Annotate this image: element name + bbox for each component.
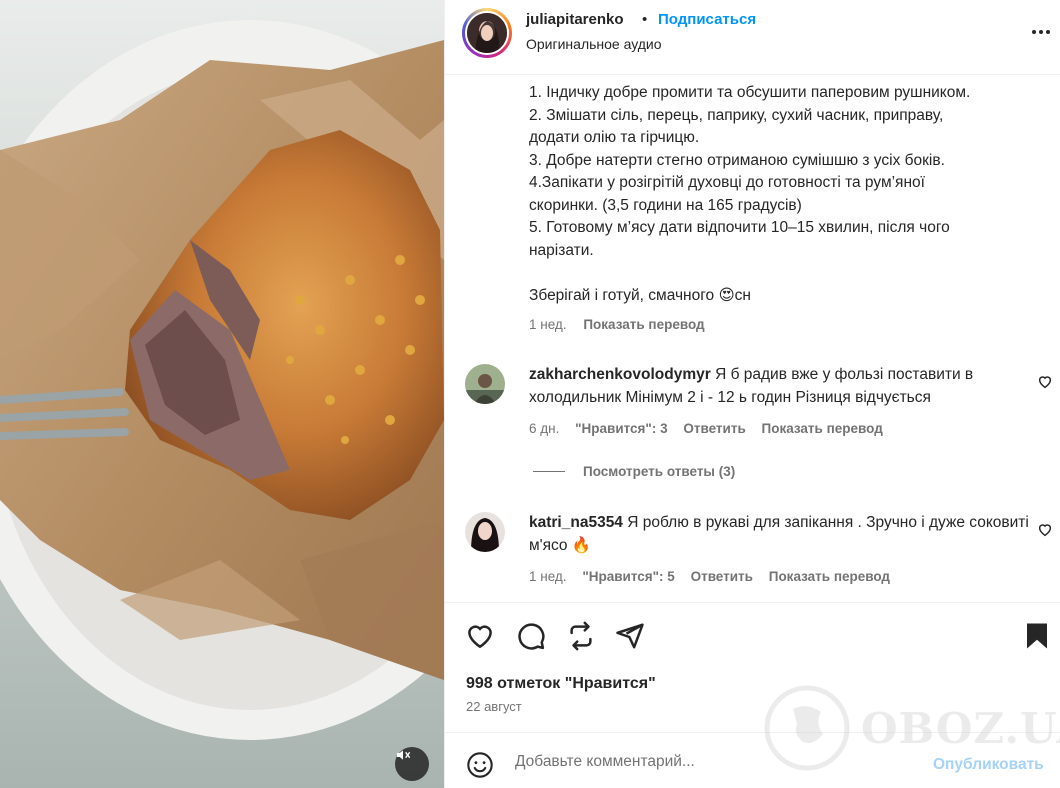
sound-off-icon[interactable] bbox=[395, 747, 429, 781]
comment-meta: 1 нед. "Нравится": 5 Ответить Показать п… bbox=[529, 569, 902, 584]
heart-icon[interactable] bbox=[1037, 522, 1053, 538]
avatar[interactable] bbox=[465, 364, 505, 404]
caption-line: 4.Запікати у розігрітій духовці до готов… bbox=[529, 174, 925, 191]
caption-line: 3. Добре натерти стегно отриманою сумішш… bbox=[529, 151, 945, 169]
follow-button[interactable]: Подписаться bbox=[658, 11, 756, 28]
more-options-icon[interactable] bbox=[1031, 22, 1051, 42]
comment-likes[interactable]: "Нравится": 5 bbox=[582, 569, 674, 584]
comment-time[interactable]: 6 дн. bbox=[529, 421, 559, 436]
avatar[interactable] bbox=[465, 512, 505, 552]
caption-closing: Зберігай і готуй, смачного 😍сн bbox=[529, 286, 751, 304]
comment-username[interactable]: katri_na5354 bbox=[529, 514, 623, 531]
watermark: OBOZ.UA bbox=[763, 684, 1060, 772]
likes-count[interactable]: 998 отметок "Нравится" bbox=[466, 675, 656, 693]
post-date[interactable]: 22 август bbox=[466, 699, 522, 714]
repost-icon[interactable] bbox=[566, 621, 596, 651]
post-media[interactable] bbox=[0, 0, 444, 788]
caption-line: 2. Змішати сіль, перець, паприку, сухий … bbox=[529, 106, 944, 124]
send-icon[interactable] bbox=[615, 621, 645, 651]
caption-meta: 1 нед. Показать перевод bbox=[529, 317, 718, 332]
story-ring[interactable] bbox=[462, 8, 512, 58]
translate-button[interactable]: Показать перевод bbox=[769, 569, 890, 584]
reply-button[interactable]: Ответить bbox=[691, 569, 753, 584]
comment-meta: 6 дн. "Нравится": 3 Ответить Показать пе… bbox=[529, 421, 895, 436]
heart-icon[interactable] bbox=[465, 621, 495, 651]
post-username[interactable]: juliapitarenko bbox=[526, 11, 624, 28]
audio-label[interactable]: Оригинальное аудио bbox=[526, 36, 662, 52]
view-replies-button[interactable]: Посмотреть ответы (3) bbox=[533, 464, 735, 479]
post-panel: juliapitarenko • Подписаться Оригинально… bbox=[444, 0, 1060, 788]
heart-icon[interactable] bbox=[1037, 374, 1053, 390]
caption-line: додати олію та гірчицю. bbox=[529, 129, 700, 146]
replies-divider bbox=[533, 471, 565, 472]
comment-username[interactable]: zakharchenkovolodymyr bbox=[529, 366, 711, 383]
comment-text: zakharchenkovolodymyr Я б радив вже у фо… bbox=[529, 364, 1029, 409]
view-replies-label[interactable]: Посмотреть ответы (3) bbox=[583, 464, 735, 479]
comment-text: katri_na5354 Я роблю в рукаві для запіка… bbox=[529, 512, 1029, 557]
reply-button[interactable]: Ответить bbox=[683, 421, 745, 436]
translate-caption-button[interactable]: Показать перевод bbox=[583, 317, 704, 332]
post-caption: 1. Індичку добре промити та обсушити пап… bbox=[529, 82, 1039, 307]
caption-time[interactable]: 1 нед. bbox=[529, 317, 567, 332]
caption-line: 5. Готовому м’ясу дати відпочити 10–15 х… bbox=[529, 219, 950, 236]
translate-button[interactable]: Показать перевод bbox=[762, 421, 883, 436]
media-photo bbox=[0, 0, 444, 788]
caption-line: скоринки. (3,5 години на 165 градусів) bbox=[529, 196, 802, 214]
post-header: juliapitarenko • Подписаться Оригинально… bbox=[445, 0, 1060, 75]
watermark-text: OBOZ.UA bbox=[861, 703, 1060, 753]
caption-line: 1. Індичку добре промити та обсушити пап… bbox=[529, 84, 971, 101]
watermark-globe-icon bbox=[764, 685, 850, 771]
separator-dot: • bbox=[642, 11, 648, 28]
caption-line: нарізати. bbox=[529, 241, 594, 259]
comment-time[interactable]: 1 нед. bbox=[529, 569, 567, 584]
bookmark-icon[interactable] bbox=[1022, 621, 1052, 651]
comment-likes[interactable]: "Нравится": 3 bbox=[575, 421, 667, 436]
avatar[interactable] bbox=[465, 11, 509, 55]
comment-icon[interactable] bbox=[516, 621, 546, 651]
emoji-icon[interactable] bbox=[466, 751, 494, 779]
